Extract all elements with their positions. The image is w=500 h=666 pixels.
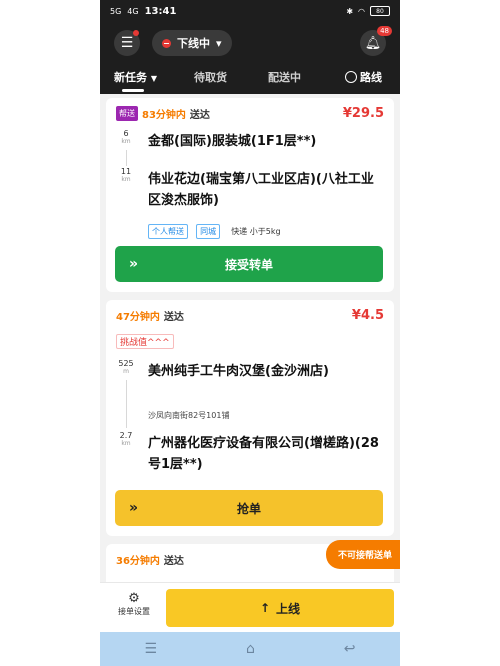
help-send-tag: 帮送 [116,106,138,121]
route-line [126,150,127,166]
challenge-badge: 挑战值^^^ [116,334,174,349]
tab-new-tasks[interactable]: 新任务 ▼ [114,69,157,92]
tab-to-pickup[interactable]: 待取货 [194,69,227,85]
clock: 13:41 [144,5,177,17]
work-status-label: 下线中 [177,37,210,50]
home-icon[interactable]: ⌂ [246,641,255,657]
recents-icon[interactable]: ☰ [144,641,157,657]
route-line [126,380,127,428]
signal-5g: 5G [110,6,122,16]
route-button[interactable]: 路线 [345,69,382,85]
eta-time: 83分钟内 [142,110,186,121]
order-card[interactable]: 帮送 83分钟内 送达 ¥29.5 6 km 11 km 金都(国际)服装城(1F1… [106,98,394,292]
double-chevron-icon: » [129,500,139,516]
pickup-sub-address: 沙凤向南街82号101铺 [148,411,230,420]
dropoff-address: 伟业花边(瑞宝第八工业区店)(八社工业区浚杰服饰) [148,172,374,208]
order-tags: 个人帮送 同城 快递 小于5kg [148,219,287,239]
eta-suffix: 送达 [163,312,184,323]
eta-suffix: 送达 [163,556,184,567]
double-chevron-icon: » [129,256,139,272]
tag-weight: 快递 小于5kg [231,227,281,236]
route-icon [345,71,357,83]
phone-screen: 5G 4G 13:41 ✱ ◠ 80 ☰ 下线中 ▾ 🔔︎ 48 新任务 ▼ 待… [100,0,400,666]
work-status-dropdown[interactable]: 下线中 ▾ [152,30,232,56]
hamburger-icon: ☰ [120,35,134,51]
pickup-address: 金都(国际)服装城(1F1层**) [148,134,317,149]
order-price: ¥29.5 [342,106,384,121]
pickup-address: 美州纯手工牛肉汉堡(金沙洲店) [148,364,329,379]
eta-suffix: 送达 [189,110,210,121]
accept-transfer-button[interactable]: » 接受转单 [115,246,383,282]
chevron-down-icon: ▾ [216,36,222,50]
unread-dot [133,30,139,36]
dropoff-distance: 11 km [120,167,132,183]
bell-icon: 🔔︎ [364,35,382,51]
order-card[interactable]: 47分钟内 送达 ¥4.5 挑战值^^^ 525 m 2.7 km 美州纯手工牛肉汉… [106,300,394,536]
pickup-distance: 525 m [118,359,134,375]
dropoff-distance: 2.7 km [119,431,133,447]
system-nav-bar: ☰ ⌂ ↩ [100,632,400,666]
eta-time: 47分钟内 [116,312,160,323]
bottom-action-bar: ⚙ 接单设置 ↑ 上线 [100,582,400,633]
pickup-distance: 6 km [121,129,131,145]
tag-same-city: 同城 [196,224,221,239]
dropoff-address: 广州器化医疗设备有限公司(增槎路)(28号1层**) [148,436,379,472]
order-settings-button[interactable]: ⚙ 接单设置 [112,591,156,617]
offline-icon [162,38,171,48]
wifi-icon: ◠ [358,6,365,16]
grab-order-button[interactable]: » 抢单 [115,490,383,526]
menu-button[interactable]: ☰ [114,30,140,56]
tab-delivering[interactable]: 配送中 [268,69,301,85]
no-help-orders-toggle[interactable]: 不可接帮送单 [325,540,400,569]
filter-icon[interactable]: ▼ [151,74,157,83]
battery-icon: 80 [370,6,390,16]
bluetooth-icon: ✱ [346,6,354,16]
tag-personal-help: 个人帮送 [148,224,188,239]
go-online-button[interactable]: ↑ 上线 [166,589,394,627]
back-icon[interactable]: ↩ [344,641,356,657]
eta-time: 36分钟内 [116,556,160,567]
notification-badge: 48 [377,26,392,36]
app-header: ☰ 下线中 ▾ 🔔︎ 48 新任务 ▼ 待取货 配送中 路线 [100,22,400,94]
notifications-button[interactable]: 🔔︎ 48 [360,26,392,56]
status-bar: 5G 4G 13:41 ✱ ◠ 80 [100,0,400,22]
sliders-icon: ⚙ [128,591,140,606]
order-tabs: 新任务 ▼ 待取货 配送中 路线 [100,64,400,92]
order-price: ¥4.5 [351,308,384,323]
arrow-up-icon: ↑ [259,601,271,615]
signal-4g: 4G [127,6,139,16]
